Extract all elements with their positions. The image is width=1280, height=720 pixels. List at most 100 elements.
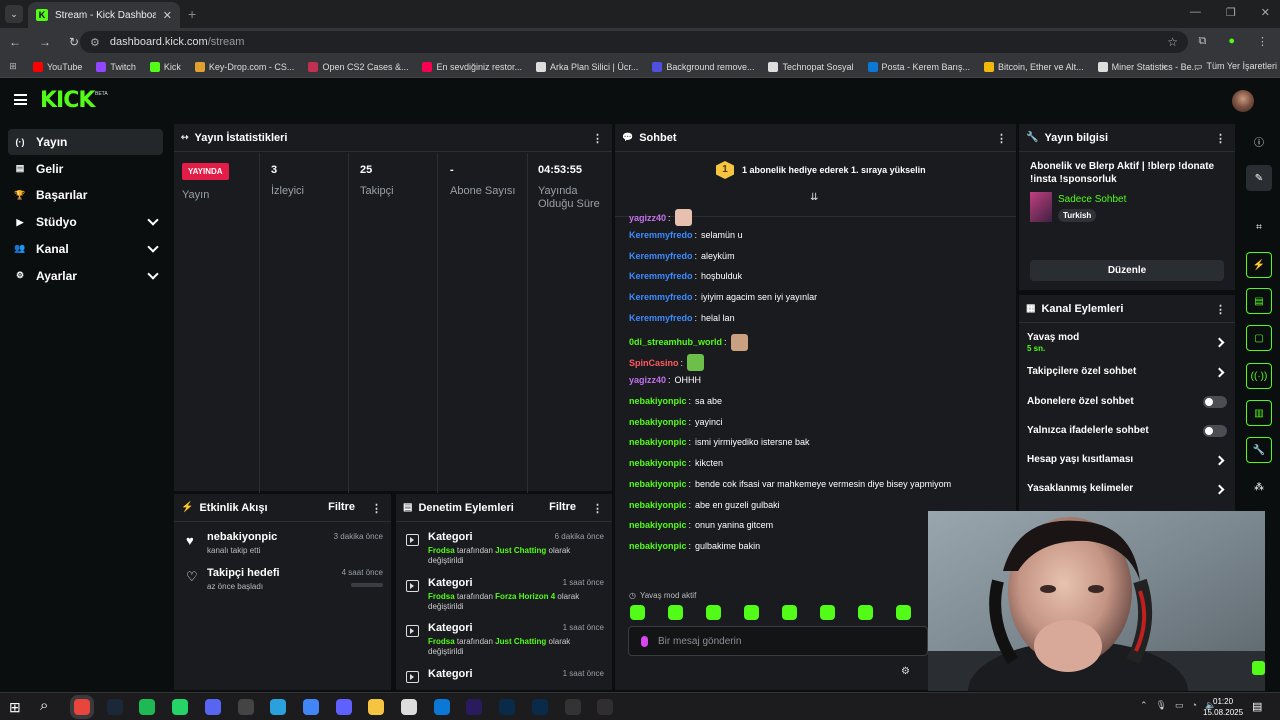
stats-menu-icon[interactable]: ⋮	[592, 132, 603, 145]
user-avatar[interactable]	[1232, 90, 1254, 112]
photoshop-icon[interactable]	[499, 699, 516, 715]
chat-emote-icon[interactable]	[687, 354, 705, 372]
url-input[interactable]: ⚙ dashboard.kick.com/stream ☆	[80, 31, 1188, 53]
close-tab-icon[interactable]: ✕	[163, 9, 172, 22]
chat-username[interactable]: Keremmyfredo	[629, 313, 693, 323]
channel-action-item[interactable]: Hesap yaşı kısıtlaması	[1027, 454, 1227, 466]
outlook-icon[interactable]	[433, 699, 450, 715]
scroll-down-icon[interactable]: ⇊	[810, 192, 818, 203]
kick-logo[interactable]: KICK	[40, 88, 95, 113]
menu-icon[interactable]: ⋮	[1257, 35, 1268, 48]
edit-stream-button[interactable]: Düzenle	[1030, 260, 1224, 281]
bookmark-star-icon[interactable]: ☆	[1167, 35, 1178, 49]
chat-username[interactable]: nebakiyonpic	[629, 479, 687, 489]
pencil-icon[interactable]: ✎	[1246, 165, 1272, 191]
app2-icon[interactable]	[335, 699, 352, 715]
chat-username[interactable]: Keremmyfredo	[629, 251, 693, 261]
mic-icon[interactable]	[641, 635, 648, 647]
back-icon[interactable]: ←	[9, 35, 21, 49]
chat-emote-icon[interactable]	[674, 209, 692, 226]
channel-action-item[interactable]: Yalnızca ifadelerle sohbet	[1027, 425, 1227, 437]
spotify-icon[interactable]	[139, 699, 156, 715]
bookmark-item[interactable]: En sevdiğiniz restor...	[415, 61, 529, 72]
extensions-icon[interactable]: ⧉	[1198, 35, 1206, 48]
pinned-gift-banner[interactable]: 1 1 abonelik hediye ederek 1. sıraya yük…	[716, 161, 926, 179]
emote-icon[interactable]	[744, 605, 759, 620]
sidebar-item-2[interactable]: ▤ Gelir	[8, 156, 163, 182]
chat-username[interactable]: nebakiyonpic	[629, 520, 687, 530]
wifi-icon[interactable]: ◔	[1192, 700, 1197, 711]
emote-icon[interactable]	[782, 605, 797, 620]
minimize-icon[interactable]: —	[1190, 6, 1201, 19]
channel-action-item[interactable]: Yasaklanmış kelimeler	[1027, 483, 1227, 495]
chat-input[interactable]: Bir mesaj gönderin	[628, 626, 928, 656]
store-icon[interactable]	[401, 699, 417, 715]
bookmark-item[interactable]: Miner Statistics - Be...	[1091, 61, 1207, 72]
moderation-menu-icon[interactable]: ⋮	[592, 502, 603, 515]
more-bookmarks-icon[interactable]: »	[1162, 61, 1167, 71]
premiere-icon[interactable]	[466, 699, 483, 715]
chat-username[interactable]: nebakiyonpic	[629, 396, 687, 406]
tab-search-icon[interactable]: ⌄	[5, 5, 23, 23]
clock[interactable]: 01:20 15.08.2025	[1203, 696, 1243, 718]
chat-settings-icon[interactable]: ⚙	[901, 666, 910, 677]
search-icon[interactable]: ⌕	[40, 697, 48, 714]
menu-burger-icon[interactable]	[14, 94, 27, 105]
chat-username[interactable]: Keremmyfredo	[629, 292, 693, 302]
category-link[interactable]: Sadece Sohbet	[1058, 194, 1126, 205]
bookmark-item[interactable]: Key-Drop.com - CS...	[188, 61, 302, 72]
channel-actions-menu-icon[interactable]: ⋮	[1215, 303, 1226, 316]
sidebar-item-4[interactable]: ▶ Stüdyo	[8, 209, 163, 235]
broadcast-icon[interactable]: ((·))	[1246, 363, 1272, 389]
channel-action-item[interactable]: Abonelere özel sohbet	[1027, 396, 1227, 408]
toggle-switch[interactable]	[1203, 396, 1227, 408]
sidebar-item-1[interactable]: (·) Yayın	[8, 129, 163, 155]
windows-start-icon[interactable]: ⊞	[9, 699, 21, 716]
wrench-icon[interactable]: 🔧	[1246, 437, 1272, 463]
network-tray-icon[interactable]: ▭	[1175, 700, 1184, 711]
mic-tray-icon[interactable]: 🎙	[1156, 700, 1167, 711]
telegram-icon[interactable]	[270, 699, 287, 715]
bookmark-item[interactable]: Bitcoin, Ether ve Alt...	[977, 61, 1091, 72]
emote-icon[interactable]	[630, 605, 645, 620]
chat-menu-icon[interactable]: ⋮	[996, 132, 1007, 145]
bookmark-item[interactable]: Kick	[143, 61, 188, 72]
site-info-icon[interactable]: ⚙	[90, 36, 100, 49]
app-icon[interactable]	[237, 699, 254, 715]
emote-icon[interactable]	[668, 605, 683, 620]
chat-username[interactable]: Keremmyfredo	[629, 230, 693, 240]
obs-icon[interactable]	[597, 699, 614, 715]
steam-icon[interactable]	[106, 699, 123, 715]
bookmark-item[interactable]: Background remove...	[645, 61, 761, 72]
bookmark-item[interactable]: Open CS2 Cases &...	[301, 61, 415, 72]
bookmark-item[interactable]: Posta - Kerem Barış...	[861, 61, 978, 72]
apps-grid-icon[interactable]: ⊞	[0, 61, 26, 72]
moderation-filter-button[interactable]: Filtre	[549, 501, 576, 513]
document-icon[interactable]: ▤	[1246, 288, 1272, 314]
network-icon[interactable]: ⁂	[1246, 474, 1272, 500]
activity-menu-icon[interactable]: ⋮	[371, 502, 382, 515]
app3-icon[interactable]	[564, 699, 581, 715]
all-bookmarks[interactable]: ▭ Tüm Yer İşaretleri	[1194, 61, 1277, 72]
activity-filter-button[interactable]: Filtre	[328, 501, 355, 513]
chat-username[interactable]: nebakiyonpic	[629, 500, 687, 510]
chat-username[interactable]: yagizz40	[629, 375, 666, 385]
chat-username[interactable]: SpinCasino	[629, 358, 679, 368]
emote-icon[interactable]	[858, 605, 873, 620]
toggle-switch[interactable]	[1203, 425, 1227, 437]
tray-chevron-icon[interactable]: ⌃	[1140, 700, 1148, 711]
chat-username[interactable]: Keremmyfredo	[629, 271, 693, 281]
chat-username[interactable]: 0di_streamhub_world	[629, 337, 722, 347]
sidebar-item-5[interactable]: 👥 Kanal	[8, 236, 163, 262]
chat-username[interactable]: nebakiyonpic	[629, 541, 687, 551]
bookmark-item[interactable]: Twitch	[89, 61, 143, 72]
channel-action-item[interactable]: Yavaş mod 5 sn.	[1027, 332, 1227, 353]
folder-icon[interactable]	[368, 699, 385, 715]
bookmark-item[interactable]: YouTube	[26, 61, 89, 72]
whatsapp-icon[interactable]	[172, 699, 189, 715]
stream-info-menu-icon[interactable]: ⋮	[1215, 132, 1226, 145]
close-window-icon[interactable]: ✕	[1261, 6, 1270, 19]
sidebar-item-3[interactable]: 🏆 Başarılar	[8, 182, 163, 208]
lrc-icon[interactable]	[531, 699, 548, 715]
profile-icon[interactable]: ●	[1228, 35, 1235, 48]
